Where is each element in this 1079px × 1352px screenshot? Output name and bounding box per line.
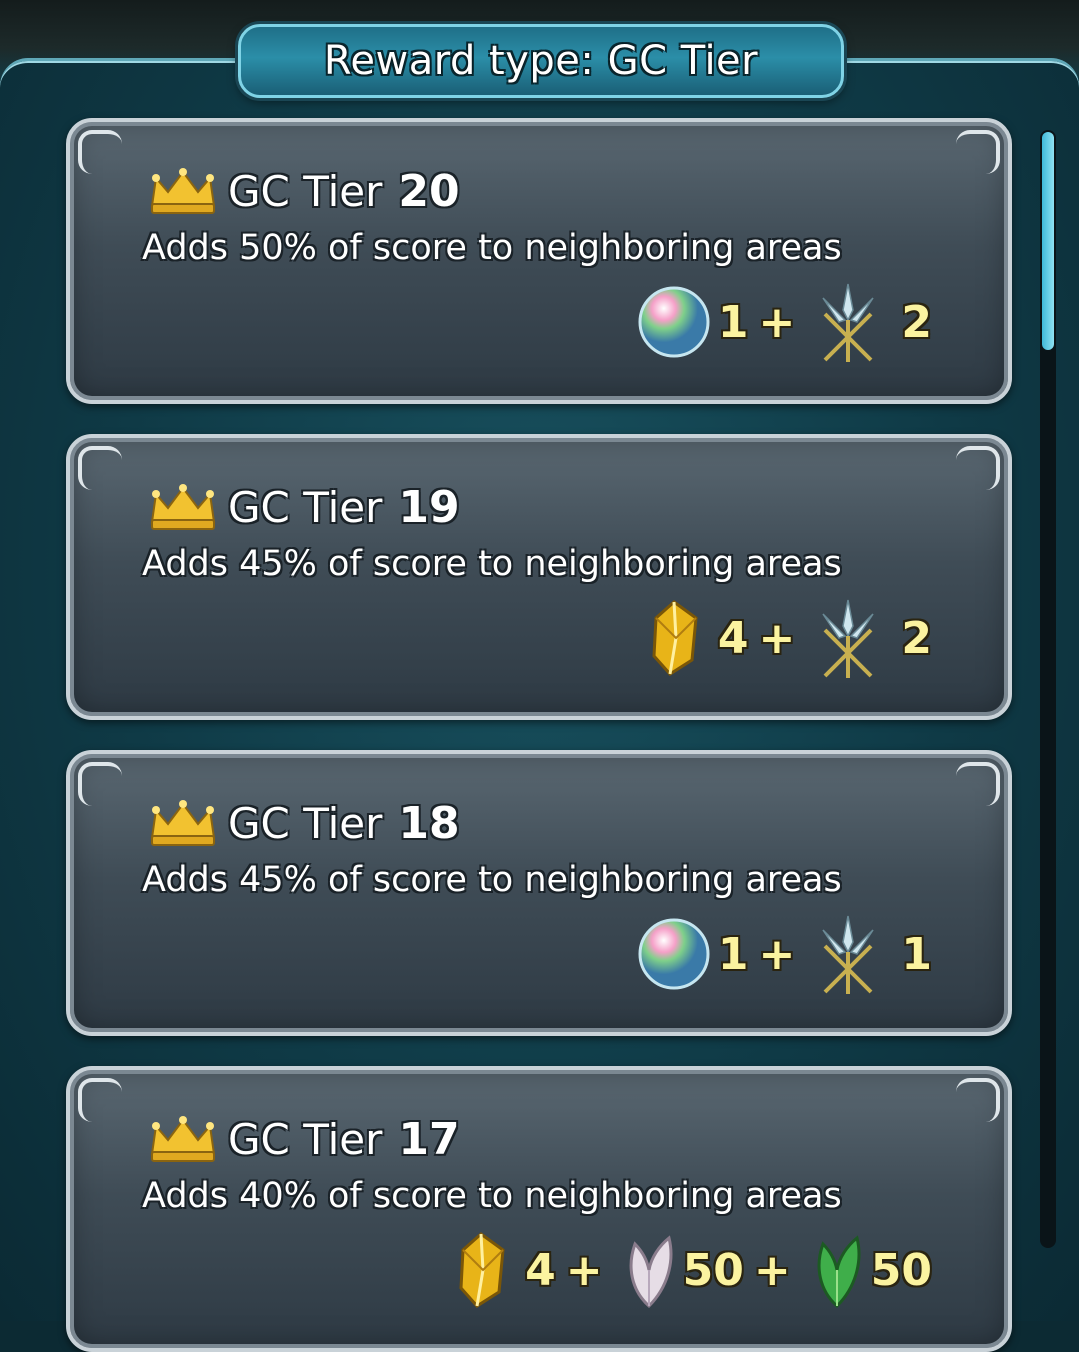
tier-description: Adds 50% of score to neighboring areas — [142, 228, 842, 268]
reward-type-header: Reward type: GC Tier — [238, 24, 844, 98]
plus-separator: + — [758, 296, 796, 348]
plus-separator: + — [565, 1244, 603, 1296]
tier-number: 19 — [398, 482, 460, 533]
tier-card: GC Tier 20 Adds 50% of score to neighbor… — [66, 118, 1012, 404]
tier-label: GC Tier — [228, 167, 383, 216]
tier-label: GC Tier — [228, 799, 383, 848]
reward-list: 1 + 2 — [636, 282, 938, 362]
reward-quantity: 1 — [717, 296, 749, 348]
tier-card: GC Tier 19 Adds 45% of score to neighbor… — [66, 434, 1012, 720]
gold-shard-icon — [459, 1232, 505, 1308]
reward-list: 1 + 1 — [636, 914, 938, 994]
tier-number: 18 — [398, 798, 460, 849]
scrollbar[interactable] — [1040, 130, 1056, 1248]
tier-description: Adds 40% of score to neighboring areas — [142, 1176, 842, 1216]
reward-quantity: 1 — [901, 928, 932, 980]
reward-list: 4 + 2 — [646, 598, 938, 678]
green-feather-icon — [817, 1235, 861, 1309]
scroll-thumb[interactable] — [1042, 132, 1054, 350]
tier-description: Adds 45% of score to neighboring areas — [142, 544, 842, 584]
reward-quantity: 1 — [717, 928, 749, 980]
reward-quantity: 50 — [870, 1244, 932, 1296]
tier-title-row: GC Tier 19 — [148, 482, 460, 533]
tier-label: GC Tier — [228, 483, 383, 532]
tier-description: Adds 45% of score to neighboring areas — [142, 860, 842, 900]
silver-feather-icon — [629, 1235, 673, 1309]
tier-card: GC Tier 17 Adds 40% of score to neighbor… — [66, 1066, 1012, 1352]
plus-separator: + — [758, 928, 796, 980]
reward-quantity: 50 — [682, 1244, 744, 1296]
crown-icon — [150, 167, 216, 214]
tier-number: 20 — [398, 166, 460, 217]
tier-title-row: GC Tier 18 — [148, 798, 460, 849]
tier-label: GC Tier — [228, 1115, 383, 1164]
reward-list: 4 + 50 + 50 — [453, 1230, 938, 1310]
orb-icon — [638, 918, 710, 990]
reward-quantity: 2 — [901, 612, 932, 664]
orb-icon — [638, 286, 710, 358]
page-title: Reward type: GC Tier — [323, 38, 759, 84]
reward-quantity: 4 — [717, 612, 749, 664]
reward-quantity: 4 — [525, 1244, 556, 1296]
crown-icon — [150, 1115, 216, 1162]
plus-separator: + — [753, 1244, 791, 1296]
tier-number: 17 — [398, 1114, 460, 1165]
trident-icon — [822, 599, 874, 678]
tier-title-row: GC Tier 20 — [148, 166, 460, 217]
reward-quantity: 2 — [901, 296, 932, 348]
crown-icon — [150, 483, 216, 530]
tier-title-row: GC Tier 17 — [148, 1114, 460, 1165]
tier-card: GC Tier 18 Adds 45% of score to neighbor… — [66, 750, 1012, 1036]
crown-icon — [150, 799, 216, 846]
trident-icon — [822, 915, 874, 994]
trident-icon — [822, 283, 874, 362]
plus-separator: + — [758, 612, 796, 664]
gold-shard-icon — [652, 600, 698, 676]
